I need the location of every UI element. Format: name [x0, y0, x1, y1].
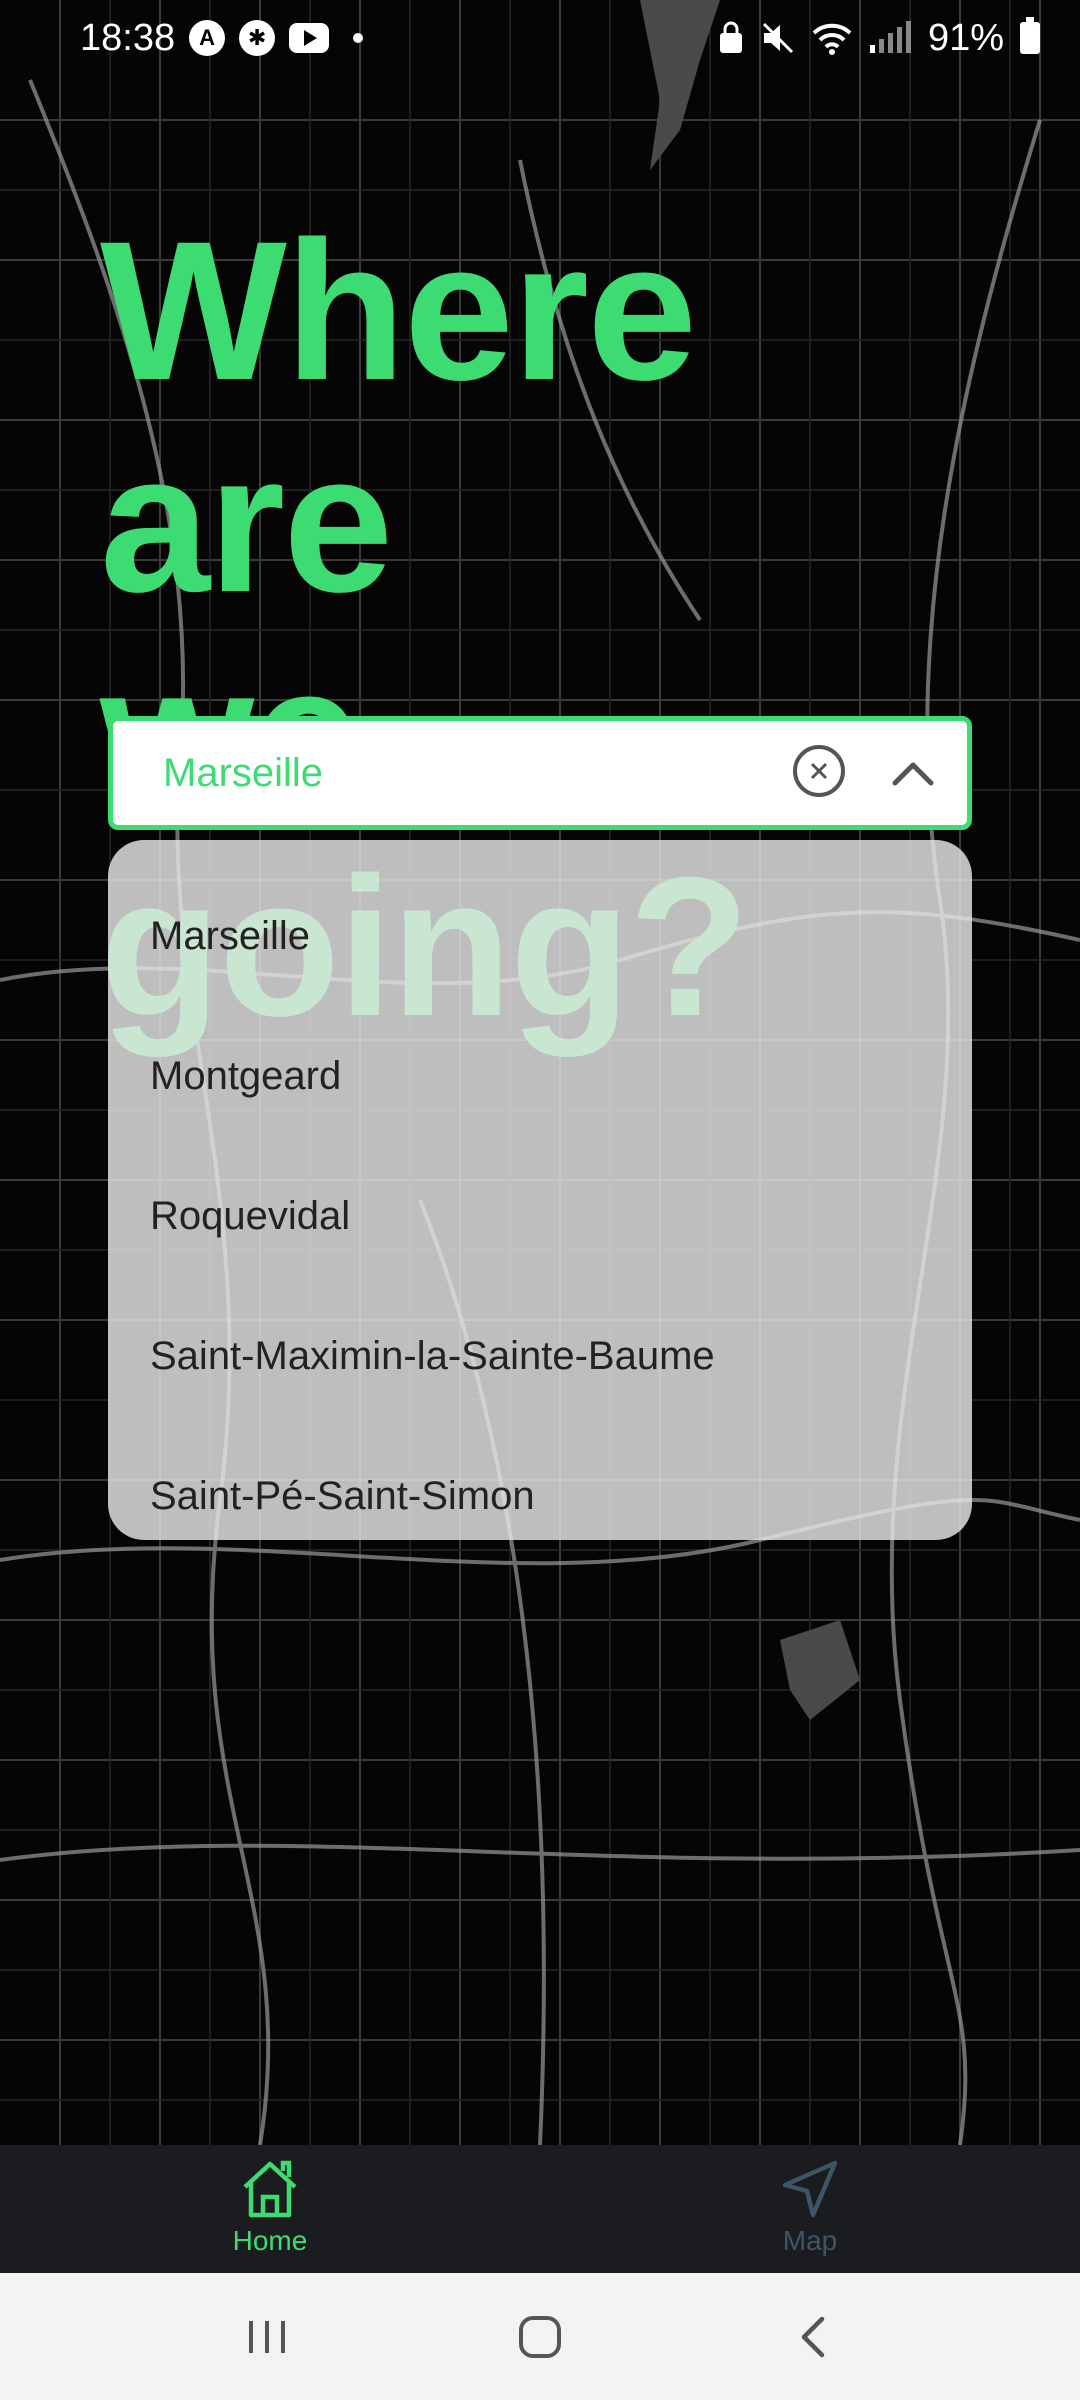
- close-icon: [810, 762, 828, 780]
- notification-dot-icon: [353, 33, 364, 43]
- home-icon: [243, 2160, 297, 2218]
- status-time: 18:38: [80, 16, 176, 59]
- back-icon: [802, 2316, 825, 2357]
- recent-apps-button[interactable]: [222, 2302, 312, 2372]
- home-circle-icon: [518, 2315, 561, 2358]
- recent-apps-icon: [248, 2320, 285, 2353]
- suggestion-item[interactable]: Roquevidal: [108, 1146, 972, 1286]
- alarm-lock-icon: [718, 21, 744, 55]
- chevron-up-icon: [892, 762, 934, 786]
- navigation-arrow-icon: [782, 2160, 838, 2218]
- bottom-navigation: Home Map: [0, 2145, 1080, 2273]
- wifi-icon: [812, 21, 852, 55]
- clear-button[interactable]: [793, 745, 845, 797]
- nav-label-map: Map: [782, 2225, 838, 2256]
- navigation-app-icon: A: [189, 20, 226, 56]
- title-line-1: Where are: [100, 200, 697, 633]
- signal-icon: [868, 21, 912, 55]
- system-home-button[interactable]: [495, 2302, 585, 2372]
- nav-label-home: Home: [232, 2225, 308, 2256]
- suggestion-dropdown: Marseille Montgeard Roquevidal Saint-Max…: [108, 840, 972, 1540]
- youtube-icon: [289, 23, 330, 53]
- battery-icon: [1020, 17, 1040, 54]
- nav-item-map[interactable]: Map: [540, 2145, 1080, 2273]
- back-button[interactable]: [768, 2302, 858, 2372]
- suggestion-item[interactable]: Montgeard: [108, 1006, 972, 1146]
- collapse-dropdown-button[interactable]: [883, 743, 943, 803]
- system-navigation-bar: [0, 2273, 1080, 2400]
- nav-item-home[interactable]: Home: [0, 2145, 540, 2273]
- mute-icon: [760, 20, 796, 56]
- suggestion-item[interactable]: Marseille: [108, 866, 972, 1006]
- suggestion-item[interactable]: Saint-Maximin-la-Sainte-Baume: [108, 1286, 972, 1426]
- status-bar: 18:38 A ✱ 91%: [0, 0, 1080, 76]
- destination-search-box[interactable]: [108, 716, 972, 830]
- battery-percent: 91%: [927, 16, 1004, 59]
- suggestion-item[interactable]: Saint-Pé-Saint-Simon: [108, 1426, 972, 1566]
- destination-search-input[interactable]: [163, 750, 763, 796]
- activity-icon: ✱: [239, 20, 276, 56]
